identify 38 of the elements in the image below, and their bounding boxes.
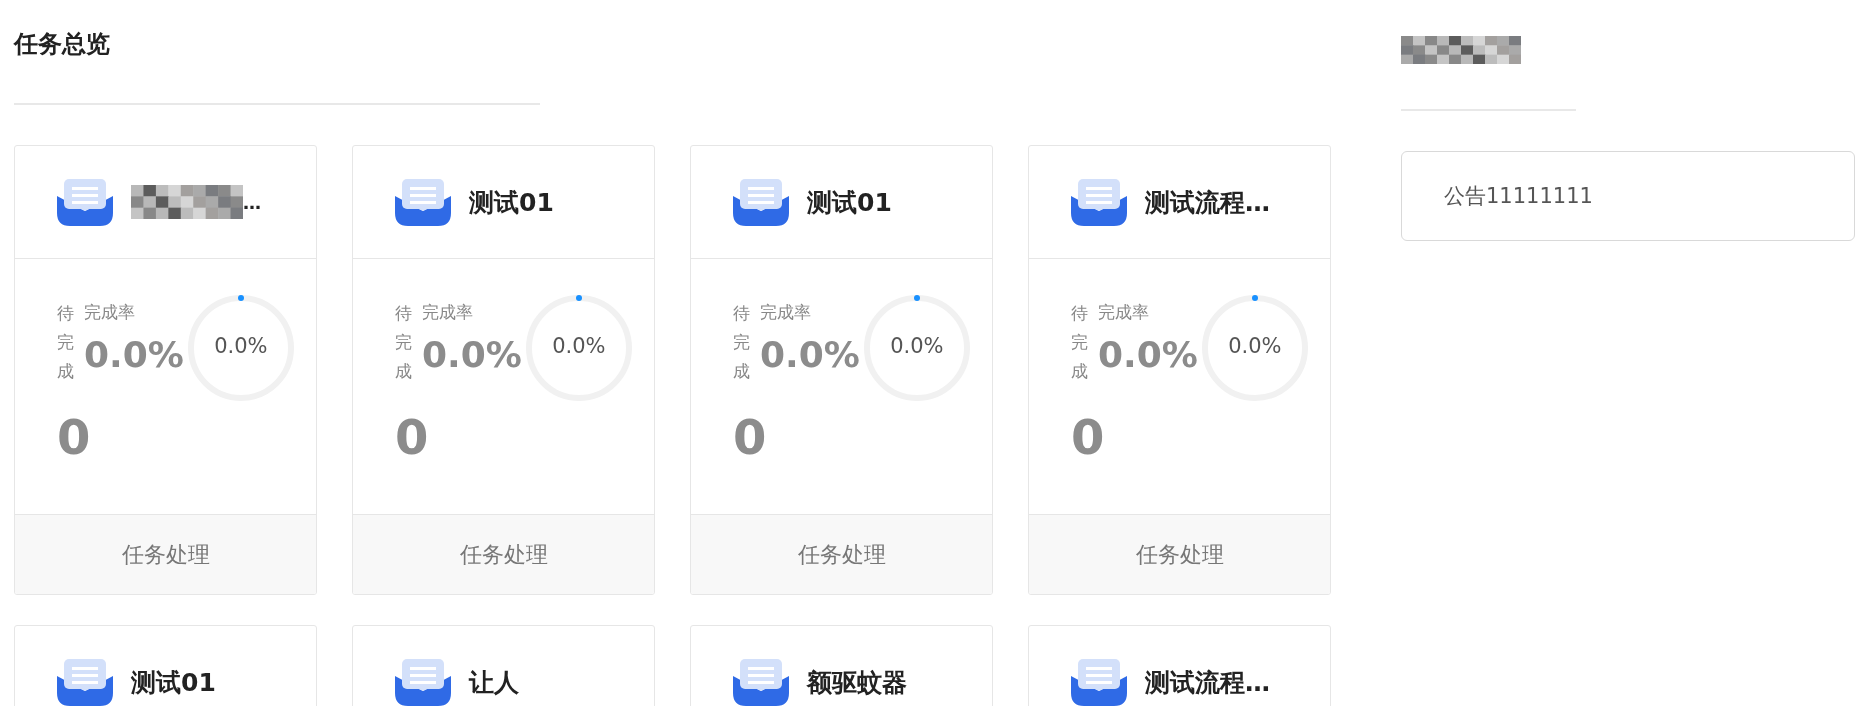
envelope-icon bbox=[1071, 178, 1127, 226]
card-title: 测试流程… bbox=[1145, 666, 1270, 699]
envelope-icon bbox=[57, 178, 113, 226]
rate-value: 0.0% bbox=[422, 334, 522, 375]
rate-label: 完成率 bbox=[1098, 301, 1150, 324]
pending-label: 待完成 bbox=[1071, 302, 1088, 383]
envelope-icon bbox=[395, 178, 451, 226]
card-title: 测试01 bbox=[469, 186, 554, 219]
pending-count: 0 bbox=[57, 409, 91, 465]
page-title: 任务总览 bbox=[14, 29, 111, 60]
card-title: 额驱蚊器 bbox=[807, 666, 907, 699]
process-task-button[interactable]: 任务处理 bbox=[15, 514, 316, 594]
gauge-value: 0.0% bbox=[551, 334, 607, 358]
gauge-value: 0.0% bbox=[1227, 334, 1283, 358]
pending-label: 待完成 bbox=[57, 302, 74, 383]
card-title: … bbox=[243, 191, 261, 213]
gauge-value: 0.0% bbox=[213, 334, 269, 358]
card-title: 测试流程… bbox=[1145, 186, 1270, 219]
rate-label: 完成率 bbox=[422, 301, 474, 324]
gauge-value: 0.0% bbox=[889, 334, 945, 358]
process-task-button[interactable]: 任务处理 bbox=[1029, 514, 1330, 594]
rate-label: 完成率 bbox=[84, 301, 136, 324]
rate-value: 0.0% bbox=[84, 334, 184, 375]
process-task-button[interactable]: 任务处理 bbox=[691, 514, 992, 594]
pending-count: 0 bbox=[395, 409, 429, 465]
envelope-icon bbox=[733, 178, 789, 226]
pending-label: 待完成 bbox=[733, 302, 750, 383]
notice-text[interactable]: 公告11111111 bbox=[1444, 182, 1593, 210]
rate-value: 0.0% bbox=[1098, 334, 1198, 375]
pending-count: 0 bbox=[1071, 409, 1105, 465]
process-task-button[interactable]: 任务处理 bbox=[353, 514, 654, 594]
pending-label: 待完成 bbox=[395, 302, 412, 383]
rate-label: 完成率 bbox=[760, 301, 812, 324]
card-title: 测试01 bbox=[131, 666, 216, 699]
card-title: 测试01 bbox=[807, 186, 892, 219]
card-title: 让人 bbox=[469, 666, 519, 699]
rate-value: 0.0% bbox=[760, 334, 860, 375]
pending-count: 0 bbox=[733, 409, 767, 465]
